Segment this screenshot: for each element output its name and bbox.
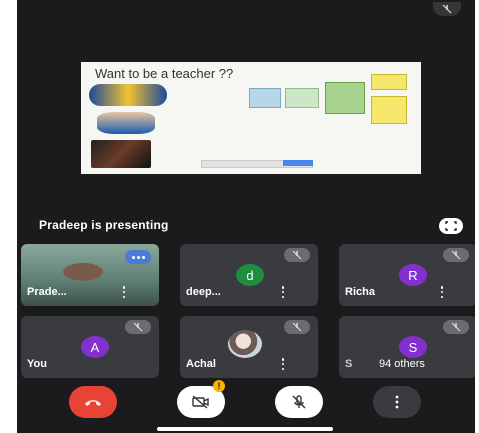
fullscreen-icon[interactable] xyxy=(439,218,463,234)
slide-title: Want to be a teacher ?? xyxy=(95,66,234,81)
participant-tile-deep[interactable]: d deep... xyxy=(180,244,318,306)
end-call-button[interactable] xyxy=(69,386,117,418)
slide-poster-image xyxy=(91,140,151,168)
slide-flow-box xyxy=(285,88,319,108)
slide-teacher-logo xyxy=(89,84,167,106)
presenting-label: Pradeep is presenting xyxy=(39,218,169,232)
avatar-photo xyxy=(228,330,262,358)
more-vert-icon xyxy=(395,395,399,409)
mic-off-icon xyxy=(443,248,469,262)
mic-off-icon xyxy=(125,320,151,334)
slide-button-bar xyxy=(283,160,313,166)
mic-off-icon xyxy=(292,395,306,409)
avatar: d xyxy=(236,264,264,286)
more-vert-icon[interactable] xyxy=(437,286,447,298)
camera-off-icon xyxy=(192,395,209,409)
participant-name: Achal xyxy=(186,358,216,370)
participant-tile-you[interactable]: A You xyxy=(21,316,159,378)
home-indicator xyxy=(157,427,333,431)
end-call-icon xyxy=(85,400,101,406)
avatar: R xyxy=(399,264,427,286)
others-count: 94 others xyxy=(379,358,425,370)
mic-off-icon xyxy=(284,248,310,262)
participant-tile-pradeep[interactable]: Prade... xyxy=(21,244,159,306)
more-options-button[interactable] xyxy=(373,386,421,418)
participant-name-truncated: S xyxy=(345,358,353,370)
mic-off-icon xyxy=(284,320,310,334)
mic-off-icon xyxy=(443,320,469,334)
avatar: S xyxy=(399,336,427,358)
more-vert-icon[interactable] xyxy=(119,286,129,298)
speaking-indicator-icon xyxy=(125,250,151,264)
camera-warning-badge: ! xyxy=(213,380,225,392)
participant-tile-richa[interactable]: R Richa xyxy=(339,244,475,306)
slide-flow-box xyxy=(371,96,407,124)
participant-name: Prade... xyxy=(27,286,67,298)
slide-cartoon-image xyxy=(97,112,155,134)
participant-tile-others[interactable]: S S 94 others xyxy=(339,316,475,378)
participant-name: You xyxy=(27,358,47,370)
presenter-mic-off-icon xyxy=(433,2,461,16)
participant-name: deep... xyxy=(186,286,221,298)
avatar: A xyxy=(81,336,109,358)
slide-flow-box xyxy=(249,88,281,108)
participant-name: Richa xyxy=(345,286,375,298)
shared-slide: Want to be a teacher ?? xyxy=(81,62,421,174)
more-vert-icon[interactable] xyxy=(278,358,288,370)
meet-screen: Want to be a teacher ?? Pradeep is prese… xyxy=(17,0,475,433)
slide-flow-box xyxy=(325,82,365,114)
mic-toggle-button[interactable] xyxy=(275,386,323,418)
more-vert-icon[interactable] xyxy=(278,286,288,298)
participant-tile-achal[interactable]: Achal xyxy=(180,316,318,378)
slide-flow-box xyxy=(371,74,407,90)
